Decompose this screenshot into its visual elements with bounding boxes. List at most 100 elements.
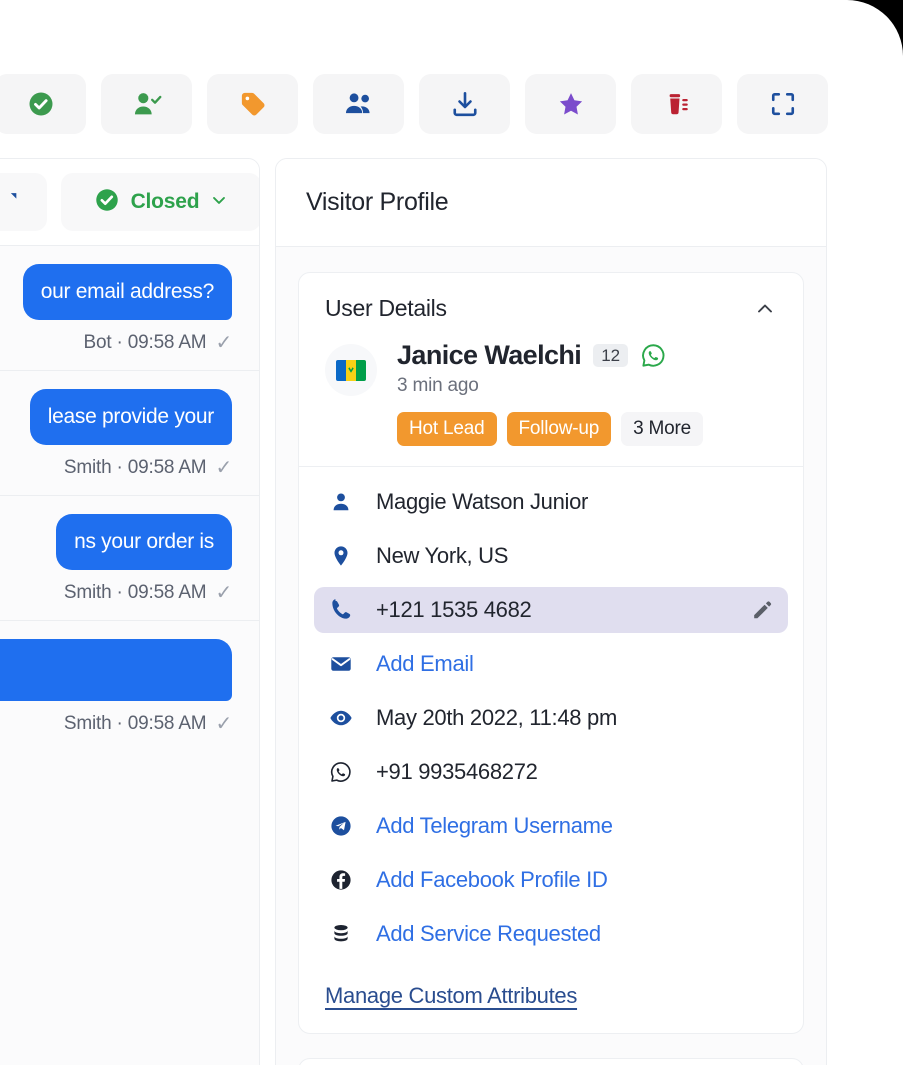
delivered-check-icon: ✓ (215, 457, 232, 479)
manage-custom-attributes-link[interactable]: Manage Custom Attributes (325, 983, 577, 1008)
delivered-check-icon: ✓ (215, 713, 232, 735)
visitor-profile-header: Visitor Profile (276, 159, 826, 247)
last-seen: 3 min ago (397, 375, 479, 396)
email-icon (328, 652, 354, 676)
download-icon (450, 89, 480, 119)
database-icon (328, 922, 354, 946)
attribute-add-link[interactable]: Add Email (376, 651, 774, 677)
phone-icon (328, 598, 354, 622)
attribute-add-link[interactable]: Add Service Requested (376, 921, 774, 947)
attribute-row[interactable]: New York, US (314, 533, 788, 579)
user-details-card: User Details Janice Waelchi 12 3 min ago… (298, 272, 804, 1034)
message-item: ns your order is Smith · 09:58 AM ✓ (0, 496, 259, 620)
message-bubble-wrap: ns your order is (0, 496, 259, 570)
conversation-status-dropdown[interactable]: Closed (61, 173, 259, 231)
whatsapp-icon[interactable] (640, 342, 667, 369)
attribute-value: Maggie Watson Junior (376, 488, 589, 514)
avatar[interactable] (325, 344, 377, 396)
message-sender: Smith · 09:58 AM (63, 582, 207, 603)
message-bubble[interactable]: lease provide your (29, 389, 232, 445)
partial-icon (0, 189, 20, 216)
delivered-check-icon: ✓ (215, 582, 232, 604)
delivered-check-icon: ✓ (215, 332, 232, 354)
delete-conversation-button[interactable] (631, 74, 722, 134)
people-icon (343, 89, 375, 119)
assign-team-button[interactable] (313, 74, 404, 134)
more-tags-chip[interactable]: 3 More (621, 412, 704, 446)
conversation-header-action-partial[interactable] (0, 173, 47, 231)
resolve-conversation-button[interactable] (0, 74, 86, 134)
manage-attributes-row: Manage Custom Attributes (299, 973, 803, 1033)
message-bubble-wrap: our email address? (0, 246, 259, 320)
next-section-card (298, 1057, 804, 1065)
user-tag[interactable]: Hot Lead (397, 412, 497, 446)
attribute-row[interactable]: +121 1535 4682 (314, 586, 788, 633)
conversation-action-toolbar (0, 74, 828, 134)
user-name: Janice Waelchi (397, 340, 582, 370)
message-item: our email address? Bot · 09:58 AM ✓ (0, 246, 259, 370)
facebook-icon (328, 868, 354, 892)
conversation-count-badge: 12 (593, 344, 629, 367)
message-list[interactable]: our email address? Bot · 09:58 AM ✓ lease p… (0, 246, 259, 1065)
assign-agent-button[interactable] (101, 74, 192, 134)
attribute-value: +121 1535 4682 (376, 596, 532, 622)
message-bubble[interactable] (0, 639, 232, 701)
message-bubble-wrap: lease provide your (0, 371, 259, 445)
attribute-row[interactable]: Add Facebook Profile ID (314, 857, 788, 903)
message-bubble[interactable]: our email address? (22, 264, 232, 320)
whatsapp-icon (328, 760, 354, 784)
user-details-card-header[interactable]: User Details (299, 273, 803, 332)
message-meta: Smith · 09:58 AM ✓ (0, 701, 259, 751)
user-summary: Janice Waelchi 12 3 min ago Hot Lead Foll… (299, 332, 803, 446)
attribute-value: New York, US (376, 542, 509, 568)
attribute-row[interactable]: May 20th 2022, 11:48 pm (314, 695, 788, 741)
edit-pencil-icon[interactable] (750, 598, 774, 622)
attribute-add-link[interactable]: Add Telegram Username (376, 813, 774, 839)
user-tags: Hot Lead Follow-up 3 More (397, 412, 777, 446)
attribute-row[interactable]: Add Service Requested (314, 911, 788, 957)
check-circle-icon (93, 186, 121, 219)
location-icon (328, 544, 354, 568)
message-sender: Bot · 09:58 AM (83, 332, 207, 353)
attribute-value: May 20th 2022, 11:48 pm (376, 704, 617, 730)
trash-icon (662, 89, 692, 119)
conversation-header: Closed (0, 159, 259, 246)
saint-vincent-grenadines-flag (336, 359, 366, 381)
user-check-icon (131, 89, 163, 119)
chevron-up-icon[interactable] (753, 297, 777, 321)
message-sender: Smith · 09:58 AM (63, 713, 207, 734)
attribute-row[interactable]: Add Email (314, 641, 788, 687)
tag-icon (238, 89, 268, 119)
person-icon (328, 490, 354, 514)
check-circle-icon (26, 89, 56, 119)
eye-icon (328, 706, 354, 730)
star-icon (556, 89, 586, 119)
expand-view-button[interactable] (737, 74, 828, 134)
attribute-row[interactable]: Maggie Watson Junior (314, 479, 788, 525)
priority-button[interactable] (525, 74, 616, 134)
message-item: Smith · 09:58 AM ✓ (0, 621, 259, 751)
add-label-button[interactable] (207, 74, 298, 134)
attribute-row[interactable]: +91 9935468272 (314, 749, 788, 795)
page-title: Visitor Profile (306, 188, 449, 216)
attribute-value: +91 9935468272 (376, 758, 538, 784)
conversation-panel: Closed our email address? Bot · 09:58 AM ✓… (0, 158, 260, 1065)
download-transcript-button[interactable] (419, 74, 510, 134)
message-sender: Smith · 09:58 AM (63, 457, 207, 478)
fullscreen-icon (768, 89, 798, 119)
chevron-down-icon (209, 190, 229, 215)
conversation-status-label: Closed (130, 190, 200, 213)
user-tag[interactable]: Follow-up (506, 412, 612, 446)
user-details-title: User Details (325, 295, 447, 321)
message-item: lease provide your Smith · 09:58 AM ✓ (0, 371, 259, 495)
message-meta: Smith · 09:58 AM ✓ (0, 445, 259, 495)
attribute-row[interactable]: Add Telegram Username (314, 803, 788, 849)
attribute-list: Maggie Watson Junior New York, US +121 153… (299, 467, 803, 973)
message-bubble[interactable]: ns your order is (56, 514, 232, 570)
message-meta: Bot · 09:58 AM ✓ (0, 320, 259, 370)
app-window: Closed our email address? Bot · 09:58 AM ✓… (0, 0, 903, 1065)
message-bubble-wrap (0, 621, 259, 701)
message-meta: Smith · 09:58 AM ✓ (0, 570, 259, 620)
visitor-profile-panel: Visitor Profile User Details Janice Wael… (275, 158, 827, 1065)
attribute-add-link[interactable]: Add Facebook Profile ID (376, 867, 774, 893)
